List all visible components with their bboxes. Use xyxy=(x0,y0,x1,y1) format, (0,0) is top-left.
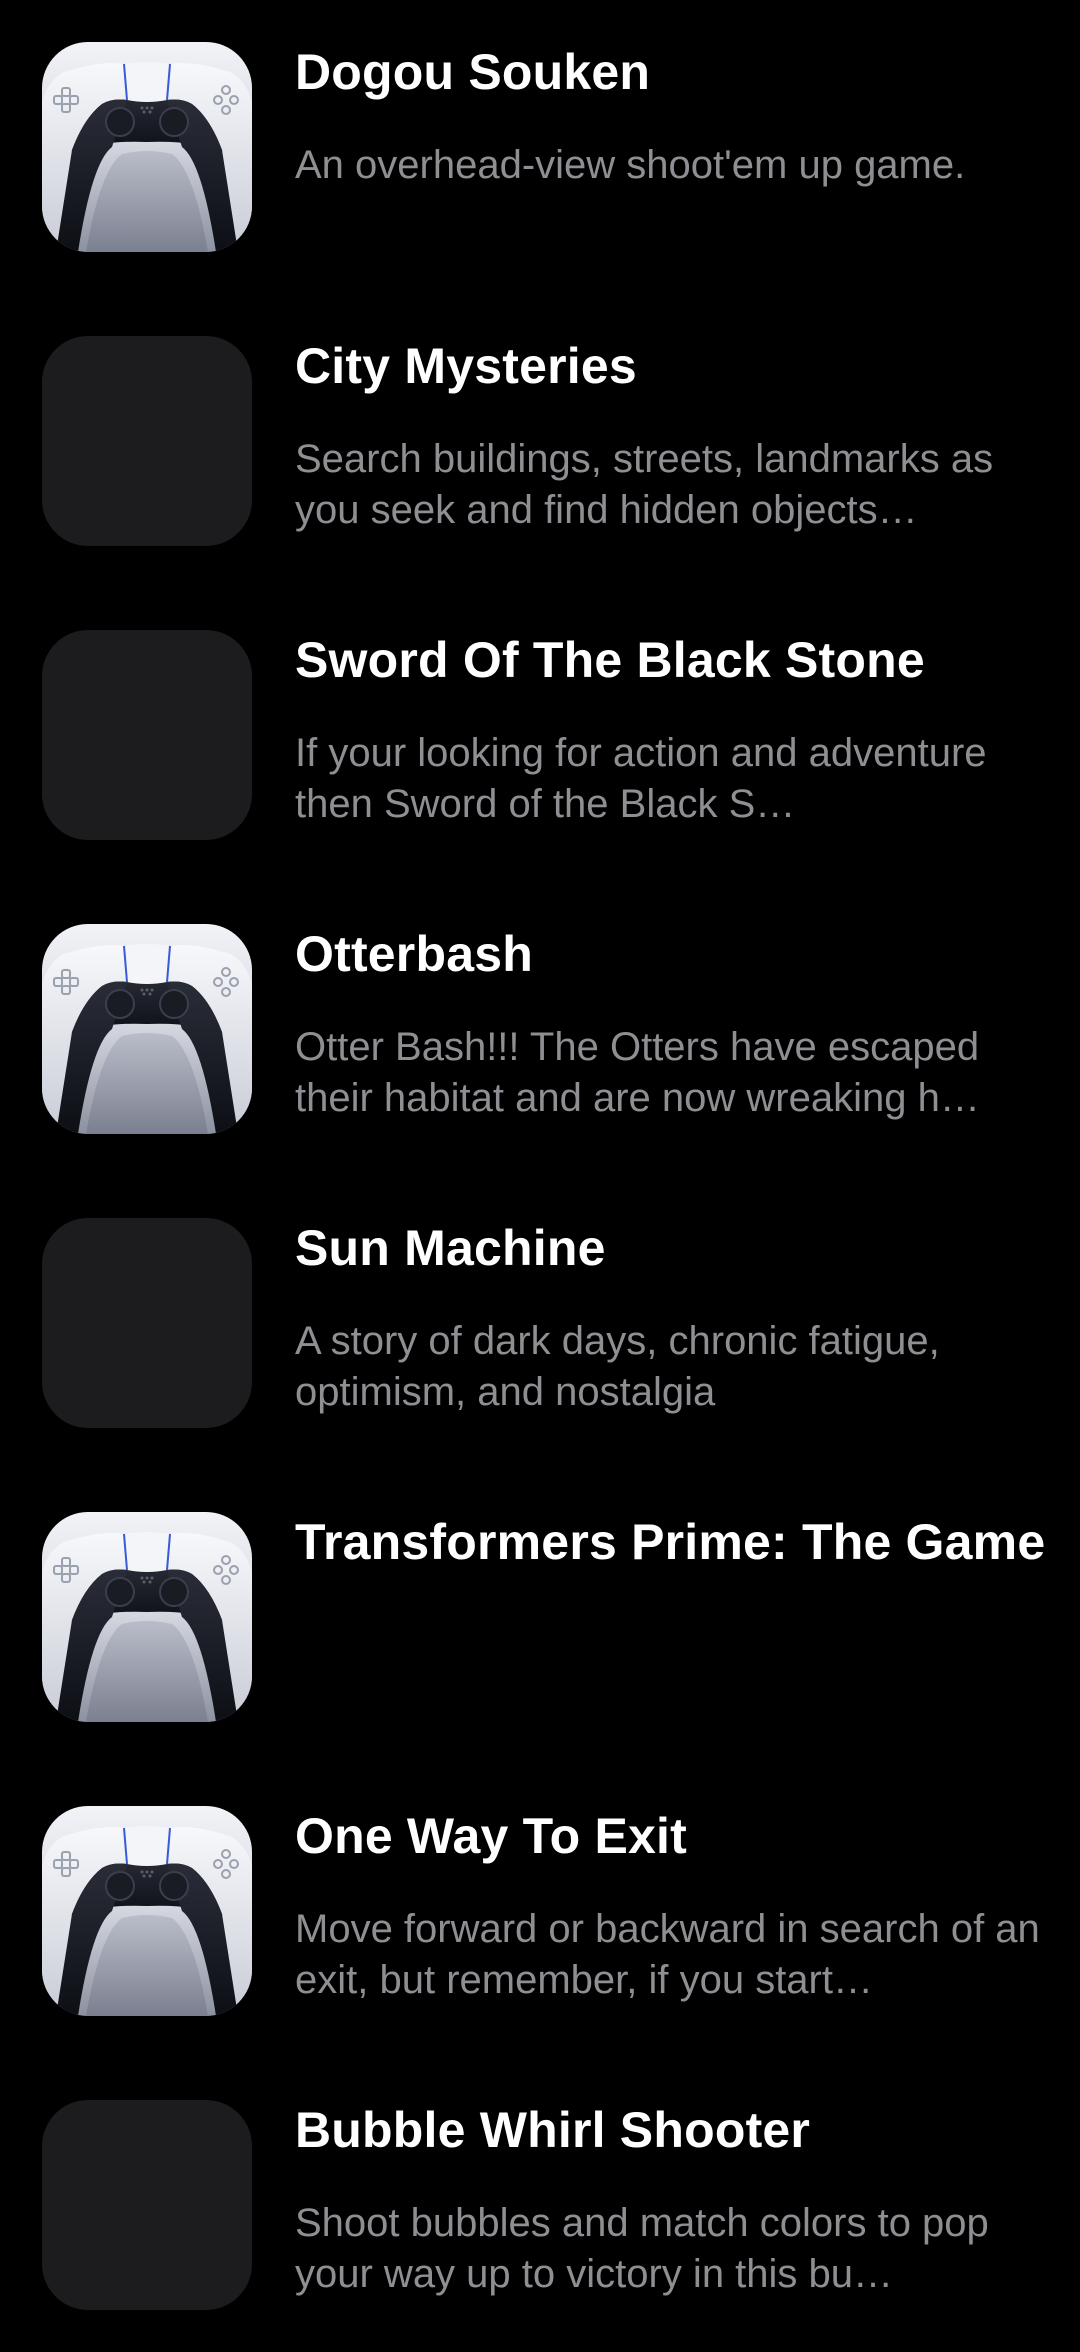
game-title: City Mysteries xyxy=(295,338,637,394)
list-item[interactable]: Sword Of The Black Stone If your looking … xyxy=(0,588,1080,882)
game-title: Transformers Prime: The Game xyxy=(295,1514,1046,1570)
game-title: Otterbash xyxy=(295,926,533,982)
gamepad-icon xyxy=(42,924,252,1134)
gamepad-icon xyxy=(42,1806,252,2016)
gamepad-icon xyxy=(42,1512,252,1722)
thumbnail-placeholder xyxy=(42,1218,252,1428)
game-description: An overhead-view shoot'em up game. xyxy=(295,143,966,187)
thumbnail-placeholder xyxy=(42,2100,252,2310)
game-title: Sun Machine xyxy=(295,1220,606,1276)
game-title: Sword Of The Black Stone xyxy=(295,632,925,688)
list-item[interactable]: Bubble Whirl Shooter Shoot bubbles and ma… xyxy=(0,2058,1080,2352)
list-item[interactable]: City Mysteries Search buildings, streets,… xyxy=(0,294,1080,588)
list-item[interactable]: Transformers Prime: The Game xyxy=(0,1470,1080,1764)
list-item[interactable]: Dogou Souken An overhead-view shoot'em up… xyxy=(0,0,1080,294)
game-description: A story of dark days, chronic fatigue, o… xyxy=(295,1319,940,1414)
list-item[interactable]: One Way To Exit Move forward or backward … xyxy=(0,1764,1080,2058)
game-title: Dogou Souken xyxy=(295,44,651,100)
game-description: Search buildings, streets, landmarks as … xyxy=(295,437,994,532)
game-description: Otter Bash!!! The Otters have escaped th… xyxy=(295,1025,980,1120)
game-description: Move forward or backward in search of an… xyxy=(295,1907,1040,2002)
gamepad-icon xyxy=(42,42,252,252)
game-description: Shoot bubbles and match colors to pop yo… xyxy=(295,2201,989,2296)
game-description: If your looking for action and adventure… xyxy=(295,731,987,826)
game-title: Bubble Whirl Shooter xyxy=(295,2102,811,2158)
game-list: Dogou Souken An overhead-view shoot'em up… xyxy=(0,0,1080,2340)
list-item[interactable]: Otterbash Otter Bash!!! The Otters have e… xyxy=(0,882,1080,1176)
list-item[interactable]: Sun Machine A story of dark days, chronic… xyxy=(0,1176,1080,1470)
thumbnail-placeholder xyxy=(42,336,252,546)
thumbnail-placeholder xyxy=(42,630,252,840)
game-title: One Way To Exit xyxy=(295,1808,687,1864)
